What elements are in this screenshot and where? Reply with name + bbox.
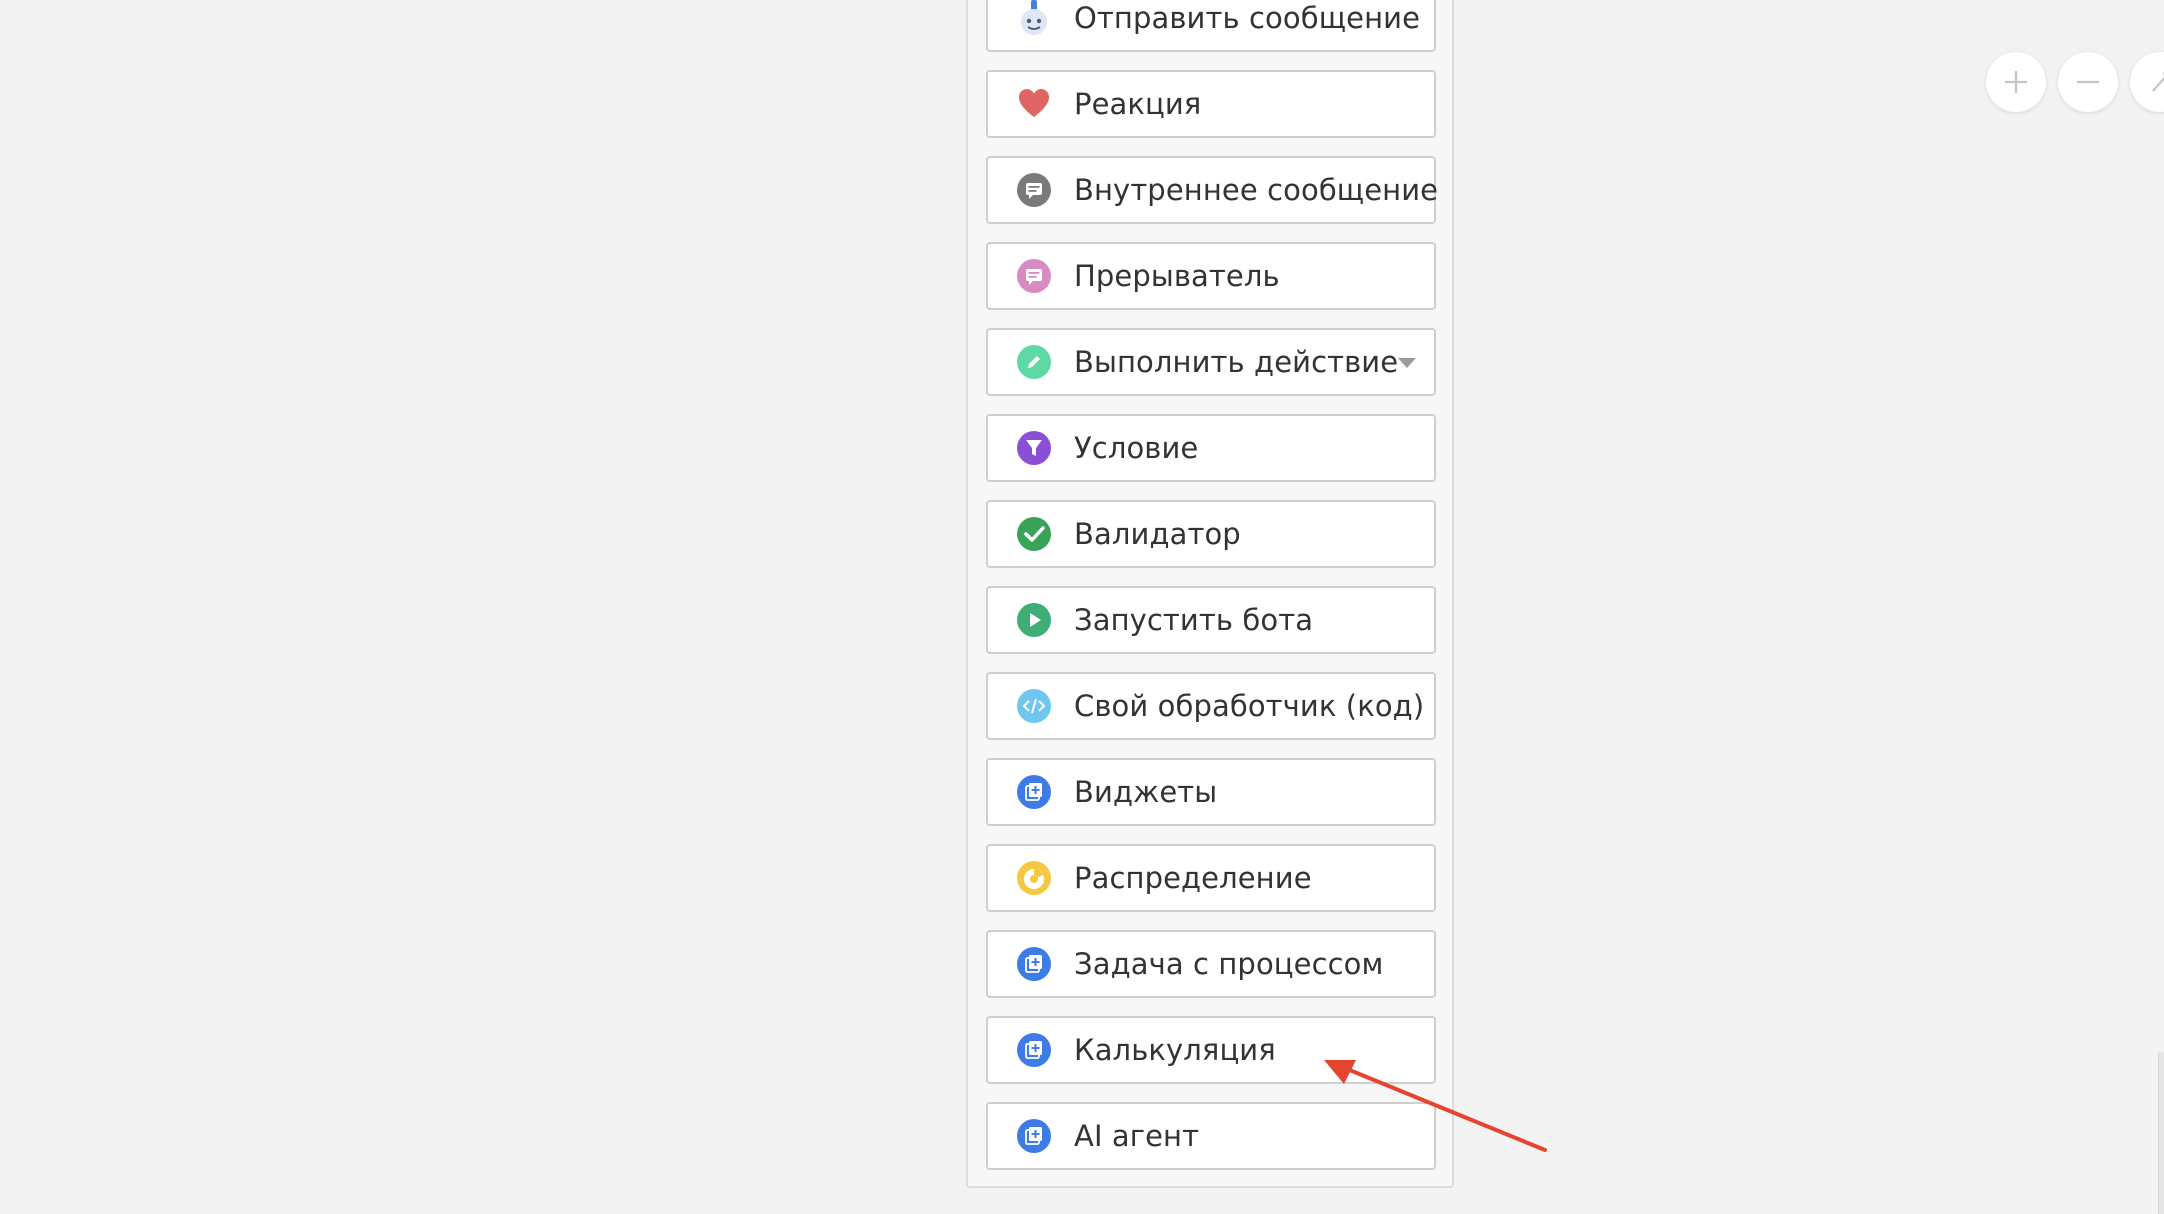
palette-item-label: Виджеты xyxy=(1074,775,1218,809)
palette-item-label: Валидатор xyxy=(1074,517,1241,551)
palette-item-label: Калькуляция xyxy=(1074,1033,1276,1067)
chat-bubble-pink-icon xyxy=(1016,258,1052,294)
palette-item-label: Распределение xyxy=(1074,861,1312,895)
palette-item-label: Запустить бота xyxy=(1074,603,1314,637)
palette-item-send-message[interactable]: Отправить сообщение xyxy=(986,0,1436,52)
palette-item-label: Реакция xyxy=(1074,87,1202,121)
minus-icon xyxy=(2077,80,2099,84)
palette-item-launch-bot[interactable]: Запустить бота xyxy=(986,586,1436,654)
annotation-arrow-icon xyxy=(1324,1060,1547,1152)
palette-item-perform-action[interactable]: Выполнить действие xyxy=(986,328,1436,396)
widget-plus-icon xyxy=(1016,1032,1052,1068)
palette-item-widgets[interactable]: Виджеты xyxy=(986,758,1436,826)
magic-wand-icon xyxy=(2152,72,2164,92)
palette-item-label: Внутреннее сообщение xyxy=(1074,173,1439,207)
workflow-canvas[interactable]: Отправить сообщение Реакция Внутреннее с… xyxy=(0,0,2164,1214)
plus-icon xyxy=(2005,71,2027,93)
palette-item-task-with-process[interactable]: Задача с процессом xyxy=(986,930,1436,998)
palette-item-label: Задача с процессом xyxy=(1074,947,1384,981)
widget-plus-icon xyxy=(1016,946,1052,982)
palette-item-distribution[interactable]: Распределение xyxy=(986,844,1436,912)
widget-plus-icon xyxy=(1016,774,1052,810)
distribution-icon xyxy=(1016,860,1052,896)
robot-icon xyxy=(1016,0,1052,36)
checkmark-icon xyxy=(1016,516,1052,552)
palette-item-custom-handler[interactable]: Свой обработчик (код) xyxy=(986,672,1436,740)
zoom-out-button[interactable] xyxy=(2058,52,2118,112)
palette-item-label: AI агент xyxy=(1074,1119,1200,1153)
pencil-icon xyxy=(1016,344,1052,380)
palette-item-internal-message[interactable]: Внутреннее сообщение xyxy=(986,156,1439,224)
palette-item-label: Выполнить действие xyxy=(1074,345,1399,379)
magic-wand-button[interactable] xyxy=(2130,52,2164,112)
widget-plus-icon xyxy=(1016,1118,1052,1154)
palette-item-label: Свой обработчик (код) xyxy=(1074,689,1425,723)
zoom-in-button[interactable] xyxy=(1986,52,2046,112)
palette-item-condition[interactable]: Условие xyxy=(986,414,1436,482)
chevron-down-icon[interactable] xyxy=(1398,358,1416,368)
chat-bubble-gray-icon xyxy=(1016,172,1052,208)
play-icon xyxy=(1016,602,1052,638)
heart-icon xyxy=(1016,86,1052,122)
palette-item-label: Прерыватель xyxy=(1074,259,1280,293)
palette-item-reaction[interactable]: Реакция xyxy=(986,70,1436,138)
code-icon xyxy=(1016,688,1052,724)
palette-item-interrupter[interactable]: Прерыватель xyxy=(986,242,1436,310)
side-panel-edge xyxy=(2158,1052,2164,1214)
palette-item-validator[interactable]: Валидатор xyxy=(986,500,1436,568)
palette-item-label: Отправить сообщение xyxy=(1074,1,1421,35)
palette-item-label: Условие xyxy=(1074,431,1199,465)
funnel-icon xyxy=(1016,430,1052,466)
